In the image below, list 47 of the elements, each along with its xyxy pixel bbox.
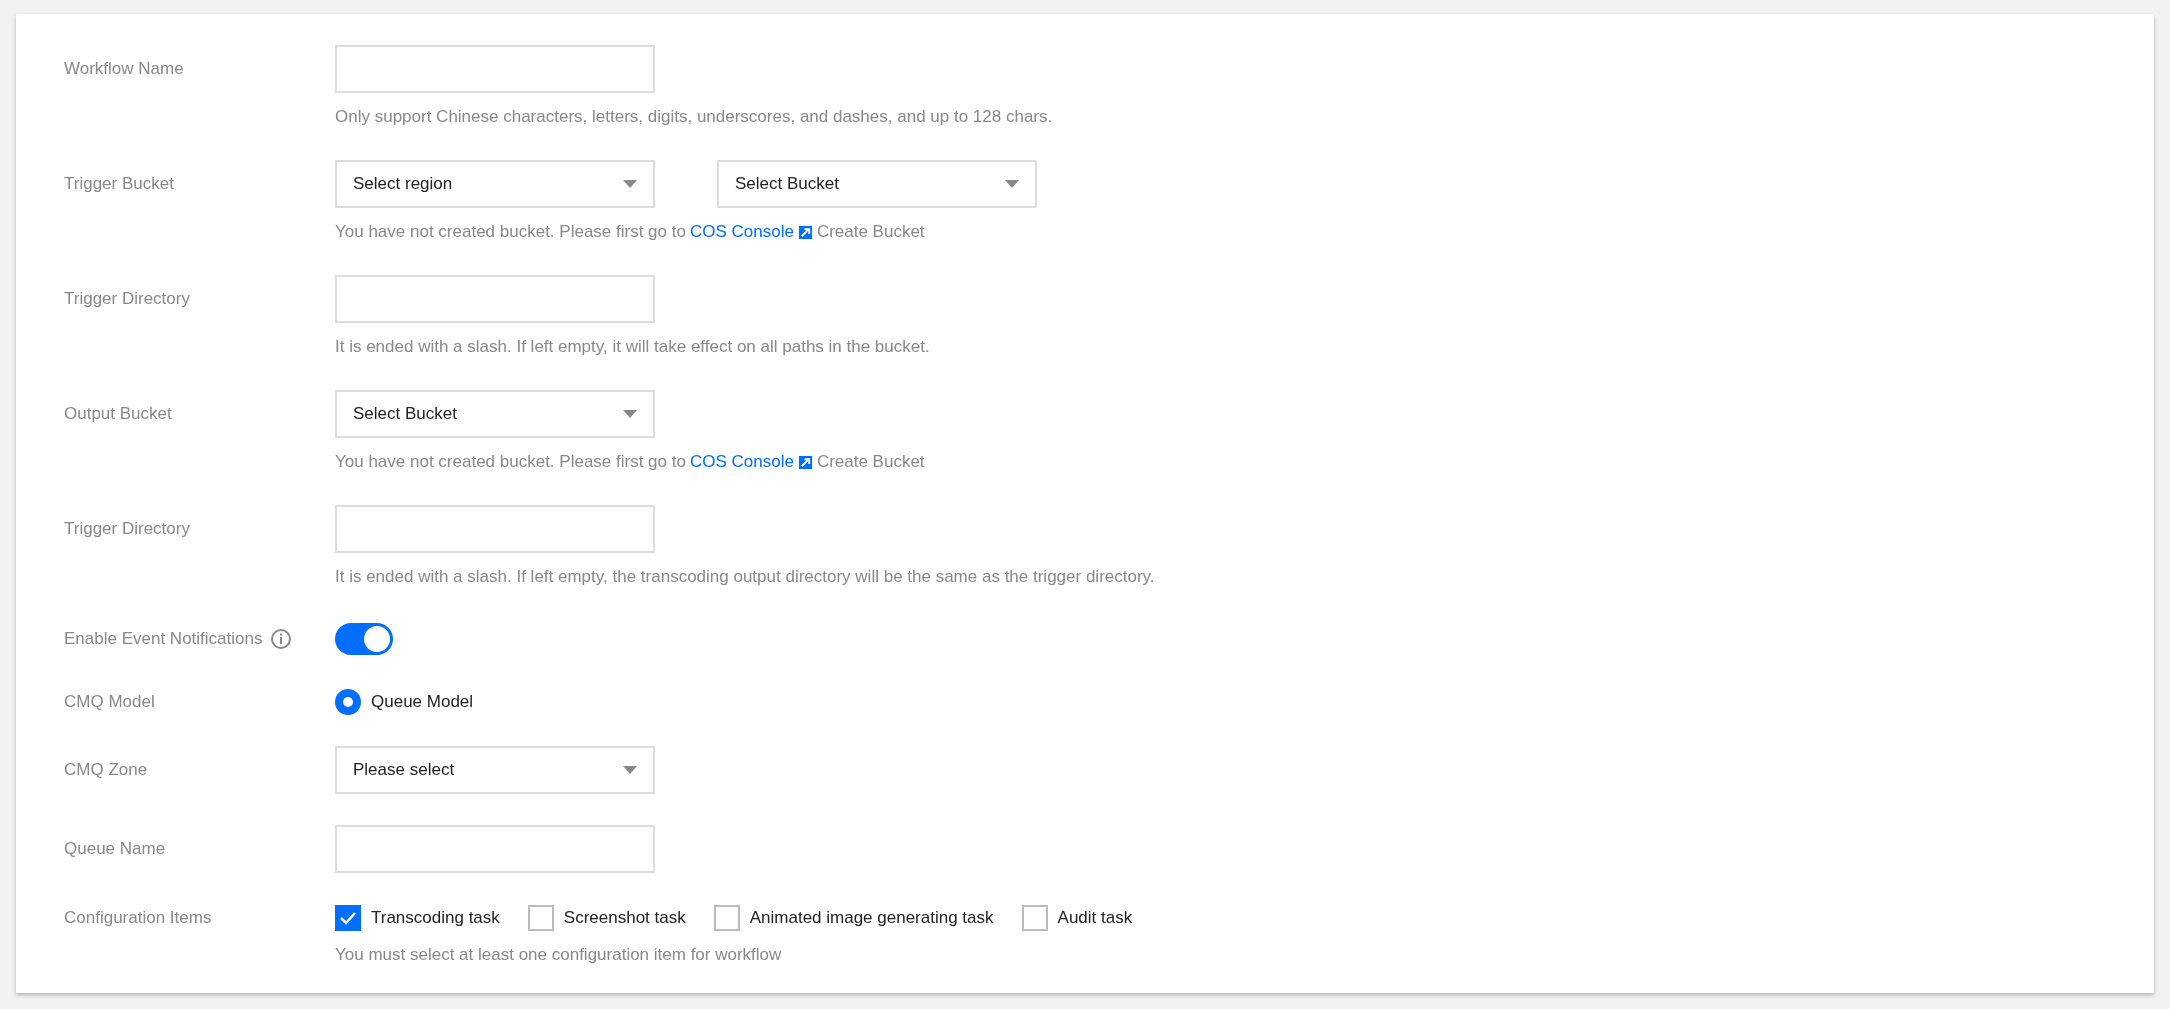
radio-label: Queue Model xyxy=(371,691,474,714)
caret-icon xyxy=(623,410,637,418)
caret-icon xyxy=(1005,180,1019,188)
help-text: It is ended with a slash. If left empty, it will take effect on all paths in the bucket. xyxy=(335,336,930,358)
select-dropdown[interactable]: Select Bucket xyxy=(717,160,1037,208)
checkbox-label: Transcoding task xyxy=(371,907,500,930)
toggle-switch[interactable] xyxy=(335,623,393,655)
text-field[interactable] xyxy=(335,45,655,93)
text-field[interactable] xyxy=(335,505,655,553)
console-link[interactable]: COS Console xyxy=(689,220,794,244)
field-label: Enable Event Notifications xyxy=(64,628,263,651)
help-text: You have not created bucket. Please first go to xyxy=(335,221,686,243)
checkmark-icon xyxy=(339,911,357,925)
external-link-icon xyxy=(797,224,813,240)
select-dropdown[interactable]: Select Bucket xyxy=(335,390,655,438)
checkbox-label: Audit task xyxy=(1057,907,1133,930)
field-label: Workflow Name xyxy=(64,58,184,81)
checkbox[interactable] xyxy=(713,905,740,931)
info-icon xyxy=(270,628,293,650)
field-label: Queue Name xyxy=(64,838,166,861)
checkbox[interactable] xyxy=(1021,905,1048,931)
help-text: You must select at least one configuration item for workflow xyxy=(335,944,783,966)
caret-icon xyxy=(623,766,637,774)
field-label: Output Bucket xyxy=(64,403,172,426)
caret-icon xyxy=(623,180,637,188)
field-label: Trigger Bucket xyxy=(64,173,174,196)
checkbox[interactable] xyxy=(335,905,361,931)
field-label: CMQ Zone xyxy=(64,759,148,782)
help-text: Only support Chinese characters, letters, digits, underscores, and dashes, and up to 128 chars. xyxy=(335,106,1053,128)
checkbox[interactable] xyxy=(527,905,554,931)
select-dropdown[interactable]: Please select xyxy=(335,746,655,794)
select-dropdown[interactable]: Select region xyxy=(335,160,655,208)
help-text: You have not created bucket. Please first go to xyxy=(335,451,686,473)
radio-button[interactable] xyxy=(335,689,361,715)
help-text: Create Bucket xyxy=(816,451,925,473)
field-label: Configuration Items xyxy=(64,907,212,930)
console-link[interactable]: COS Console xyxy=(689,450,794,474)
help-text: Create Bucket xyxy=(816,221,925,243)
external-link-icon xyxy=(797,454,813,470)
text-field[interactable] xyxy=(335,825,655,873)
field-label: CMQ Model xyxy=(64,691,155,714)
field-label: Trigger Directory xyxy=(64,288,190,311)
help-text: It is ended with a slash. If left empty, the transcoding output directory will be the same as the trigger directory. xyxy=(335,566,1155,588)
text-field[interactable] xyxy=(335,275,655,323)
checkbox-label: Animated image generating task xyxy=(749,907,994,930)
checkbox-label: Screenshot task xyxy=(563,907,686,930)
field-label: Trigger Directory xyxy=(64,518,190,541)
